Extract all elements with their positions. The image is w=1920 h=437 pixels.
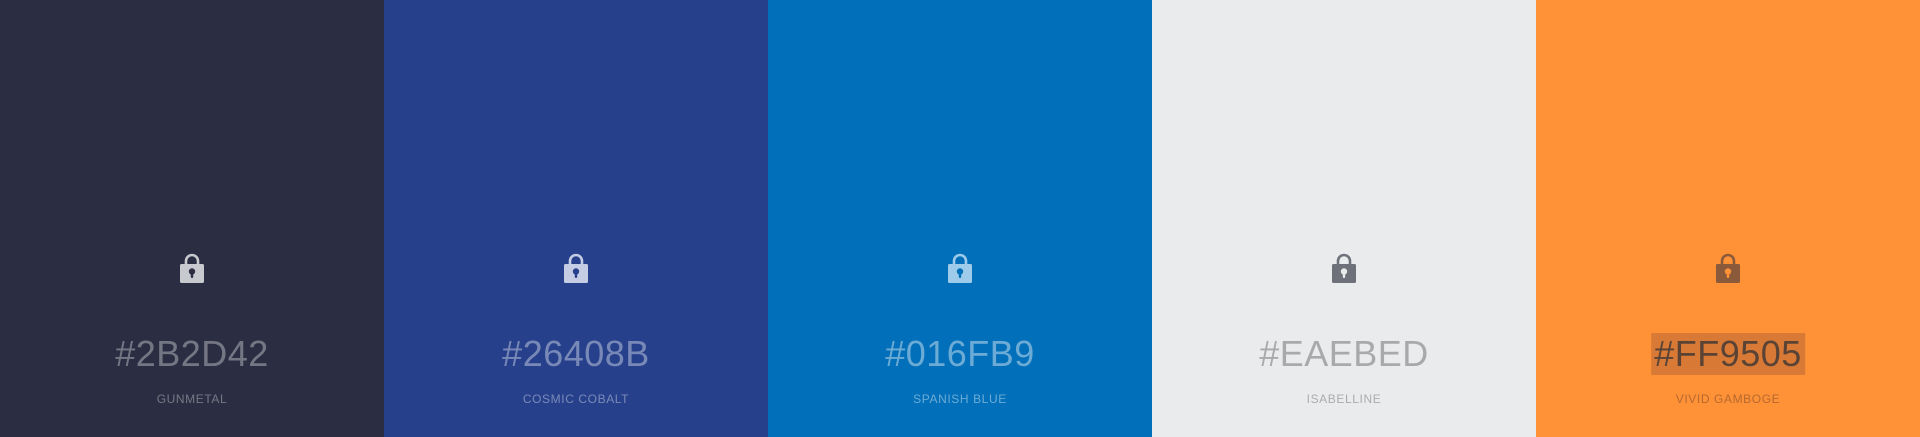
hex-code[interactable]: #EAEBED [1256, 333, 1432, 375]
color-palette: #2B2D42 GUNMETAL #26408B COSMIC COBALT #… [0, 0, 1920, 437]
hex-code[interactable]: #016FB9 [882, 333, 1038, 375]
color-swatch-cosmic-cobalt[interactable]: #26408B COSMIC COBALT [384, 0, 768, 437]
lock-icon[interactable] [947, 252, 973, 284]
lock-icon[interactable] [1331, 252, 1357, 284]
color-swatch-spanish-blue[interactable]: #016FB9 SPANISH BLUE [768, 0, 1152, 437]
color-swatch-vivid-gamboge[interactable]: #FF9505 VIVID GAMBOGE [1536, 0, 1920, 437]
color-swatch-isabelline[interactable]: #EAEBED ISABELLINE [1152, 0, 1536, 437]
color-name: ISABELLINE [1306, 392, 1382, 406]
lock-icon[interactable] [1715, 252, 1741, 284]
color-name: SPANISH BLUE [913, 392, 1007, 406]
color-name: GUNMETAL [156, 392, 228, 406]
hex-code[interactable]: #2B2D42 [112, 333, 272, 375]
color-swatch-gunmetal[interactable]: #2B2D42 GUNMETAL [0, 0, 384, 437]
hex-code[interactable]: #26408B [499, 333, 653, 375]
lock-icon[interactable] [563, 252, 589, 284]
color-name: VIVID GAMBOGE [1675, 392, 1781, 406]
lock-icon[interactable] [179, 252, 205, 284]
color-name: COSMIC COBALT [522, 392, 630, 406]
hex-code-selected[interactable]: #FF9505 [1651, 333, 1805, 375]
